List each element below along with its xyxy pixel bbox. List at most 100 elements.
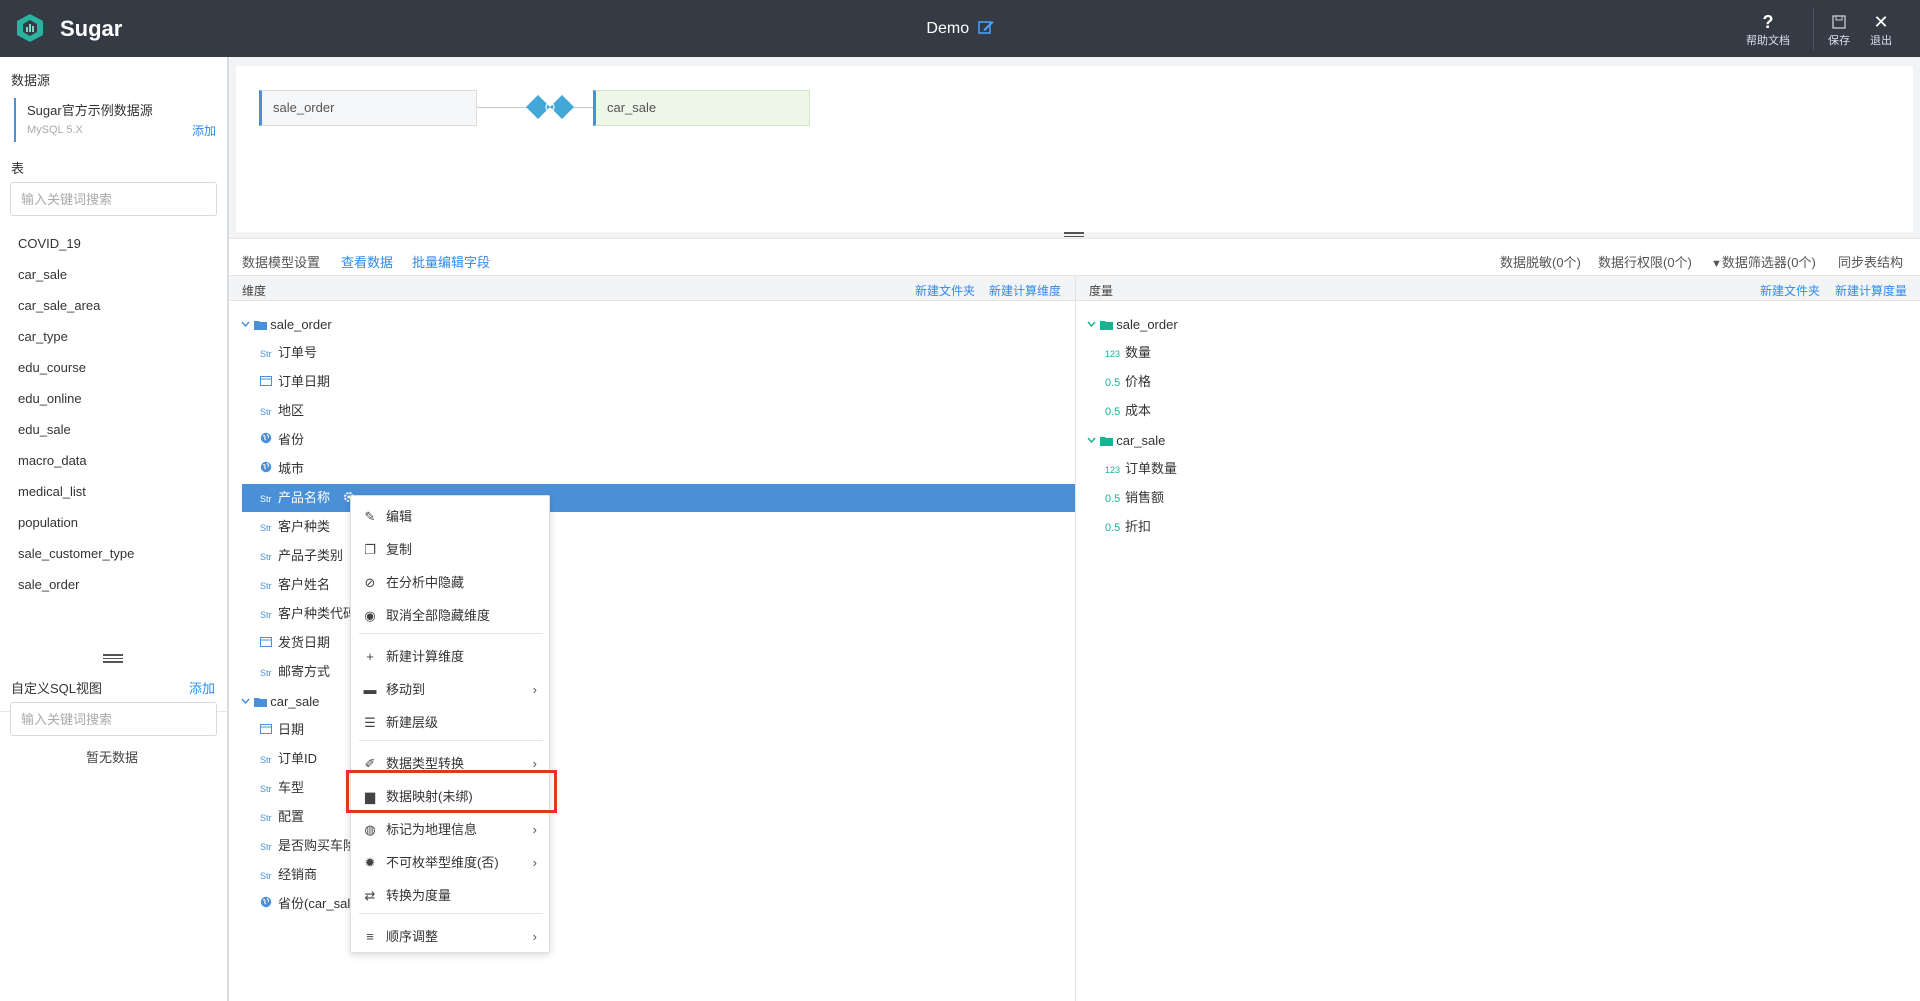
datasource-name: Sugar官方示例数据源 — [27, 103, 153, 118]
menu-item-label: 数据类型转换 — [386, 756, 465, 771]
string-type-icon: Str — [260, 842, 272, 852]
table-list-item[interactable]: macro_data — [0, 446, 227, 477]
datasource-add-link[interactable]: 添加 — [192, 122, 216, 139]
measure-new-calc[interactable]: 新建计算度量 — [1835, 282, 1907, 299]
table-list-item[interactable]: car_sale_area — [0, 291, 227, 322]
menu-item-globe[interactable]: ◍ 标记为地理信息 › — [351, 813, 549, 846]
dimension-field[interactable]: Str 邮寄方式 — [260, 658, 330, 686]
field-label: 邮寄方式 — [278, 664, 331, 679]
dimension-field[interactable]: Str 客户姓名 — [260, 571, 330, 599]
dimension-header: 维度 新建文件夹 新建计算维度 — [229, 275, 1075, 301]
tables-title: 表 — [11, 161, 25, 176]
table-list-item[interactable]: population — [0, 508, 227, 539]
table-list-item[interactable]: medical_list — [0, 477, 227, 508]
chevron-right-icon: › — [532, 682, 537, 697]
help-label: 帮助文档 — [1746, 35, 1790, 47]
help-button[interactable]: ? 帮助文档 — [1746, 12, 1790, 48]
eye-off-icon: ⊘ — [364, 575, 376, 590]
menu-item-folder[interactable]: ▬ 移动到 › — [351, 673, 549, 706]
dimension-field[interactable]: 发货日期 — [260, 629, 330, 657]
datasource-item[interactable]: Sugar官方示例数据源 MySQL 5.X 添加 — [14, 98, 216, 142]
menu-item-label: 移动到 — [386, 682, 426, 697]
dimension-field[interactable]: Str 订单ID — [260, 745, 317, 773]
dimension-field[interactable]: Str 车型 — [260, 774, 304, 802]
join-icon[interactable] — [526, 92, 576, 122]
sql-add-link[interactable]: 添加 — [189, 678, 215, 697]
menu-item-plus[interactable]: + 新建计算维度 — [351, 640, 549, 673]
dimension-new-folder[interactable]: 新建文件夹 — [915, 282, 975, 299]
dimension-field[interactable]: Str 配置 — [260, 803, 304, 831]
field-context-menu: ✎ 编辑 ❐ 复制 ⊘ 在分析中隐藏 ◉ 取消全部隐藏维度 + 新建计算维度 ▬ 移动到 › ☰ 新建层级 ✐… — [350, 495, 550, 953]
measure-folder[interactable]: sale_order — [1087, 311, 1178, 339]
dimension-field[interactable]: Str 订单号 — [260, 339, 317, 367]
data-filter-link[interactable]: ▼数据筛选器(0个) — [1711, 252, 1816, 271]
sql-search-input[interactable] — [10, 702, 217, 736]
dimension-field[interactable]: Str 产品名称 — [260, 484, 330, 512]
measure-field[interactable]: 0.5 折扣 — [1105, 513, 1151, 541]
table-node-car-sale[interactable]: car_sale — [593, 90, 810, 126]
menu-item-list[interactable]: ≡ 顺序调整 › — [351, 920, 549, 953]
tab-batch-edit[interactable]: 批量编辑字段 — [412, 252, 490, 271]
dimension-field[interactable]: Str 客户种类 — [260, 513, 330, 541]
menu-item-swap[interactable]: ⇄ 转换为度量 — [351, 879, 549, 912]
chevron-right-icon: › — [532, 822, 537, 837]
string-type-icon: Str — [260, 581, 272, 591]
string-type-icon: Str — [260, 552, 272, 562]
folder-icon: ▬ — [363, 682, 377, 697]
field-label: 客户种类代码 — [278, 606, 357, 621]
menu-item-gear[interactable]: ✹ 不可枚举型维度(否) › — [351, 846, 549, 879]
menu-item-hierarchy[interactable]: ☰ 新建层级 — [351, 706, 549, 739]
measure-field[interactable]: 0.5 成本 — [1105, 397, 1151, 425]
dimension-field[interactable]: Str 产品子类别 — [260, 542, 343, 570]
measure-new-folder[interactable]: 新建文件夹 — [1760, 282, 1820, 299]
dimension-field[interactable]: 城市 — [260, 455, 304, 483]
table-list-item[interactable]: car_type — [0, 322, 227, 353]
dimension-field[interactable]: 省份(car_sale) — [260, 890, 362, 918]
dimension-field[interactable]: Str 地区 — [260, 397, 304, 425]
string-type-icon: Str — [260, 494, 272, 504]
table-list-item[interactable]: edu_course — [0, 353, 227, 384]
exit-button[interactable]: ✕ 退出 — [1870, 12, 1892, 48]
table-list-item[interactable]: edu_sale — [0, 415, 227, 446]
measure-folder[interactable]: car_sale — [1087, 427, 1165, 455]
sync-structure-link[interactable]: 同步表结构 — [1838, 252, 1903, 271]
measure-field[interactable]: 123 数量 — [1105, 339, 1151, 367]
table-list-item[interactable]: sale_order — [0, 570, 227, 601]
dimension-field[interactable]: 省份 — [260, 426, 304, 454]
row-permission-link[interactable]: 数据行权限(0个) — [1598, 252, 1692, 271]
sql-view-title: 自定义SQL视图 — [11, 681, 103, 696]
measure-field[interactable]: 0.5 销售额 — [1105, 484, 1164, 512]
string-type-icon: Str — [260, 668, 272, 678]
table-list-item[interactable]: car_sale — [0, 260, 227, 291]
field-label: 是否购买车险 — [278, 838, 357, 853]
table-list-item[interactable]: edu_online — [0, 384, 227, 415]
dimension-field[interactable]: Str 是否购买车险 — [260, 832, 356, 860]
dimension-folder[interactable]: sale_order — [241, 311, 332, 339]
dimension-header-label: 维度 — [242, 284, 267, 298]
dimension-field[interactable]: Str 经销商 — [260, 861, 317, 889]
table-list-item[interactable]: sale_customer_type — [0, 539, 227, 570]
table-list-item[interactable]: COVID_19 — [0, 229, 227, 260]
tab-view-data[interactable]: 查看数据 — [341, 252, 393, 271]
table-search-input[interactable] — [10, 182, 217, 216]
chevron-right-icon: › — [532, 855, 537, 870]
dimension-field[interactable]: Str 客户种类代码 — [260, 600, 356, 628]
measure-field[interactable]: 0.5 价格 — [1105, 368, 1151, 396]
dimension-folder[interactable]: car_sale — [241, 688, 319, 716]
table-list: COVID_19 car_sale car_sale_area car_type edu… — [0, 229, 227, 601]
menu-item-eye[interactable]: ◉ 取消全部隐藏维度 — [351, 599, 549, 632]
menu-item-copy[interactable]: ❐ 复制 — [351, 533, 549, 566]
dimension-field[interactable]: 日期 — [260, 716, 304, 744]
data-masking-link[interactable]: 数据脱敏(0个) — [1500, 252, 1581, 271]
datasource-title: 数据源 — [11, 73, 51, 88]
tab-model-settings[interactable]: 数据模型设置 — [242, 252, 320, 271]
menu-item-eye-off[interactable]: ⊘ 在分析中隐藏 — [351, 566, 549, 599]
menu-item-edit[interactable]: ✎ 编辑 — [351, 500, 549, 533]
dimension-new-calc[interactable]: 新建计算维度 — [989, 282, 1061, 299]
table-node-sale-order[interactable]: sale_order — [259, 90, 477, 126]
save-button[interactable]: 保存 — [1828, 12, 1850, 48]
edit-title-icon[interactable] — [977, 19, 994, 35]
measure-field[interactable]: 123 订单数量 — [1105, 455, 1177, 483]
sidebar-resize-handle[interactable] — [103, 654, 123, 663]
dimension-field[interactable]: 订单日期 — [260, 368, 330, 396]
